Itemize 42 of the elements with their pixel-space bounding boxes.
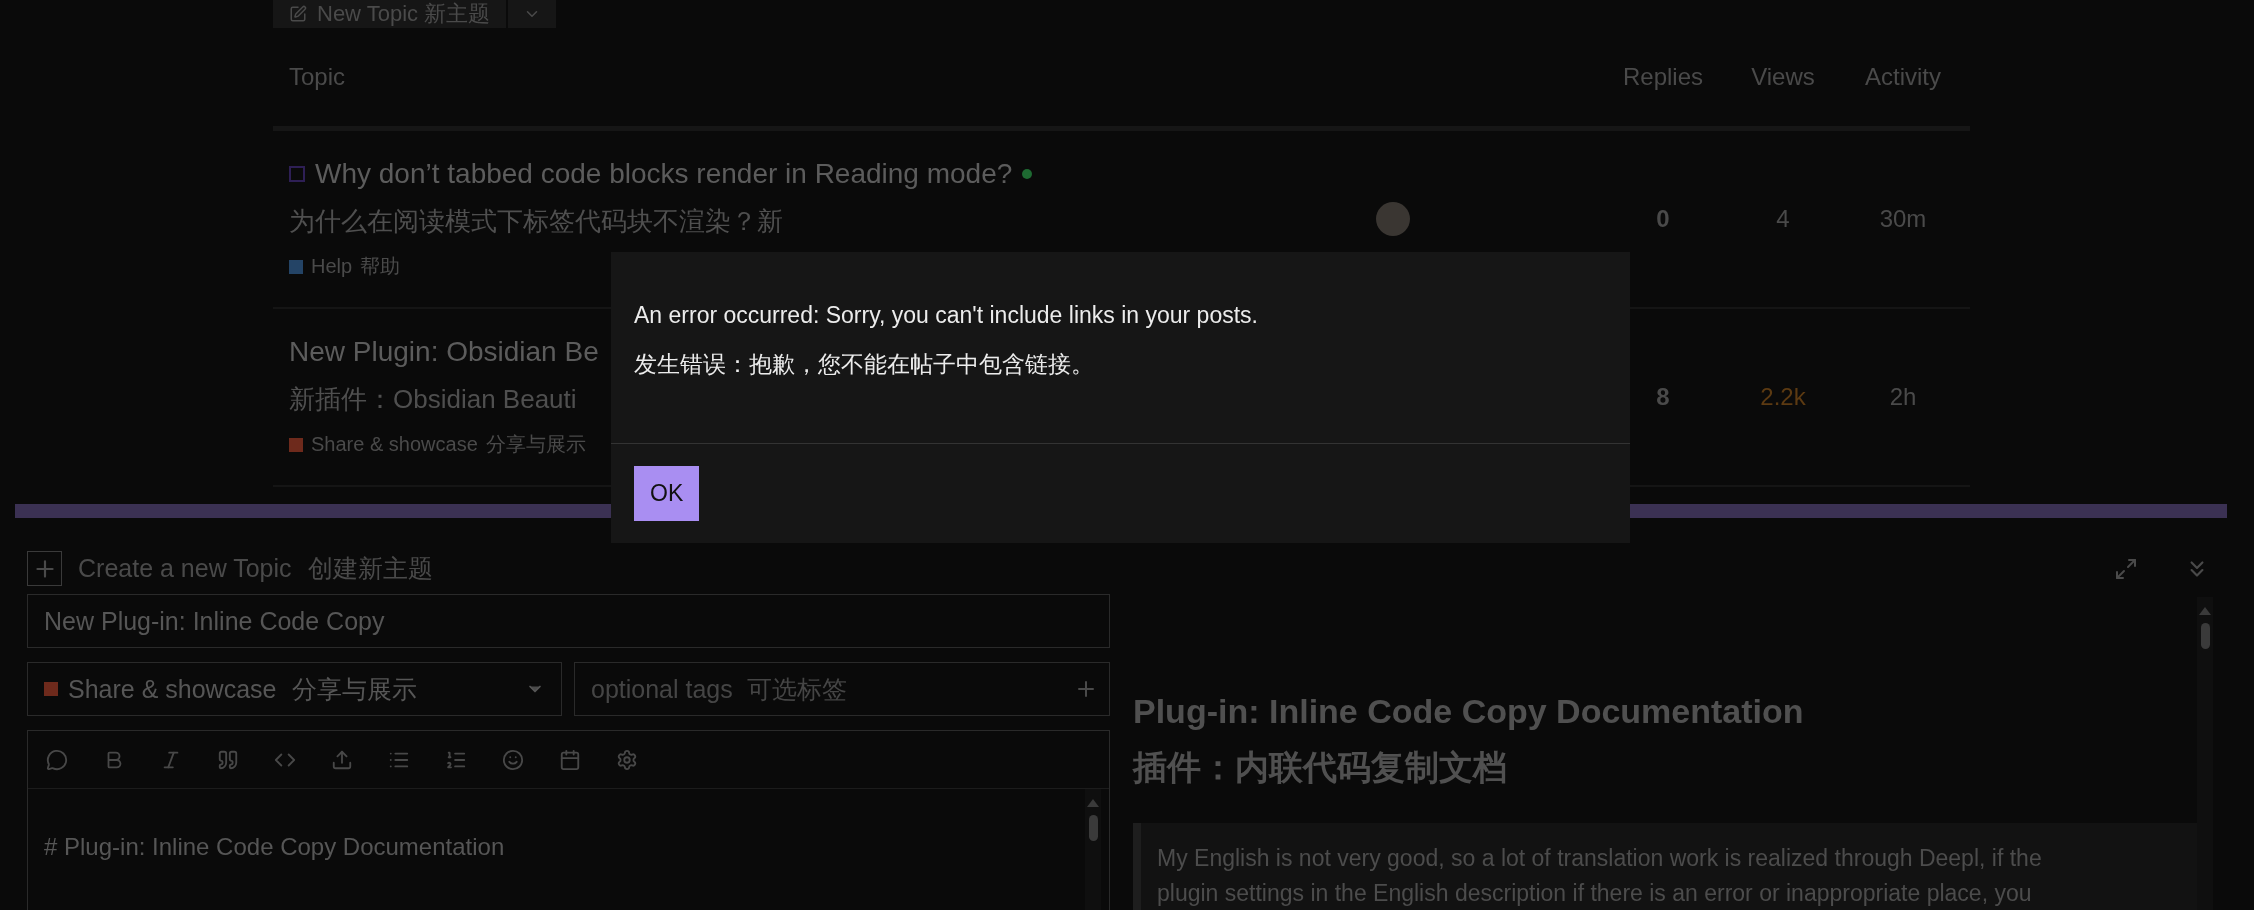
plus-icon (27, 551, 62, 586)
column-header[interactable]: Topic (273, 63, 346, 91)
column-header[interactable]: Activity (1865, 63, 1941, 91)
views-count: 2.2k (1760, 383, 1806, 411)
category-select[interactable]: Share & showcase 分享与展示 (27, 662, 562, 716)
category-label[interactable]: 分享与展示 (485, 431, 586, 458)
chat-bubble-icon[interactable] (46, 748, 68, 771)
preview-heading: Plug-in: Inline Code Copy Documentation (1133, 691, 1805, 732)
editor-text[interactable]: # Plug-in: Inline Code Copy Documentation (44, 833, 1069, 861)
topic-title[interactable]: New Plugin: Obsidian Be (289, 336, 599, 368)
quote-text: My English is not very good, so a lot of translation work is realized through Deepl, if the plugin settings in the English description if there is an error or inappropriate place, you (1157, 844, 2043, 908)
composer-title: 创建新主题 (307, 553, 433, 584)
ok-button[interactable]: OK (634, 466, 700, 521)
edit-icon (289, 5, 307, 23)
column-header[interactable]: Views (1751, 63, 1815, 91)
replies-count: 0 (1656, 205, 1670, 233)
quote-icon[interactable] (217, 748, 239, 771)
category-label[interactable]: Share & showcase (311, 433, 478, 456)
expand-icon[interactable] (2114, 556, 2138, 581)
settings-icon[interactable] (616, 748, 638, 771)
category-label[interactable]: 帮助 (360, 253, 401, 280)
smiley-icon[interactable] (502, 748, 524, 771)
upload-icon[interactable] (331, 748, 353, 771)
error-message: 发生错误：抱歉，您不能在帖子中包含链接。 (634, 350, 1095, 379)
topic-subtitle: 新插件：Obsidian Beauti (289, 383, 578, 416)
topic-title[interactable]: Why don’t tabbed code blocks render in Reading mode? (315, 158, 1013, 190)
column-header[interactable]: Replies (1622, 63, 1703, 91)
category-label[interactable]: Help (311, 255, 353, 278)
calendar-icon[interactable] (559, 748, 581, 771)
topic-subtitle: 为什么在阅读模式下标签代码块不渲染？新 (289, 205, 784, 238)
composer-title: Create a new Topic (78, 554, 292, 583)
dropdown-button[interactable] (508, 0, 557, 28)
tags-input[interactable]: optional tags 可选标签 (574, 662, 1110, 716)
error-message: An error occurred: Sorry, you can't include links in your posts. (634, 302, 1259, 329)
title-input[interactable]: New Plug-in: Inline Code Copy (27, 594, 1110, 648)
activity-time: 30m (1879, 205, 1927, 233)
preview-heading: 插件：内联代码复制文档 (1133, 747, 1508, 788)
scrollbar[interactable] (2197, 597, 2213, 910)
avatar[interactable] (1376, 202, 1410, 236)
views-count: 4 (1776, 205, 1790, 233)
replies-count: 8 (1656, 383, 1670, 411)
activity-time: 2h (1889, 383, 1917, 411)
